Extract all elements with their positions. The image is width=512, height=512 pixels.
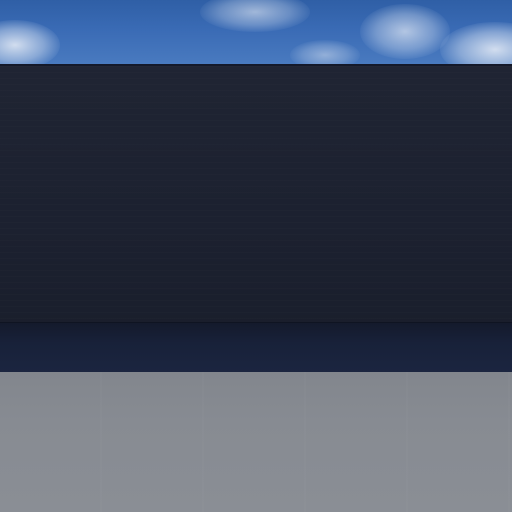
- sky-background: [0, 0, 512, 66]
- gray-floor: [0, 372, 512, 512]
- game-viewport[interactable]: [0, 0, 512, 512]
- cloud: [0, 20, 60, 66]
- cloud: [440, 22, 512, 66]
- wall-base-ledge: [0, 322, 512, 373]
- cloud: [200, 0, 310, 32]
- cloud: [360, 4, 450, 59]
- dark-wall: [0, 66, 512, 322]
- cloud: [290, 40, 360, 66]
